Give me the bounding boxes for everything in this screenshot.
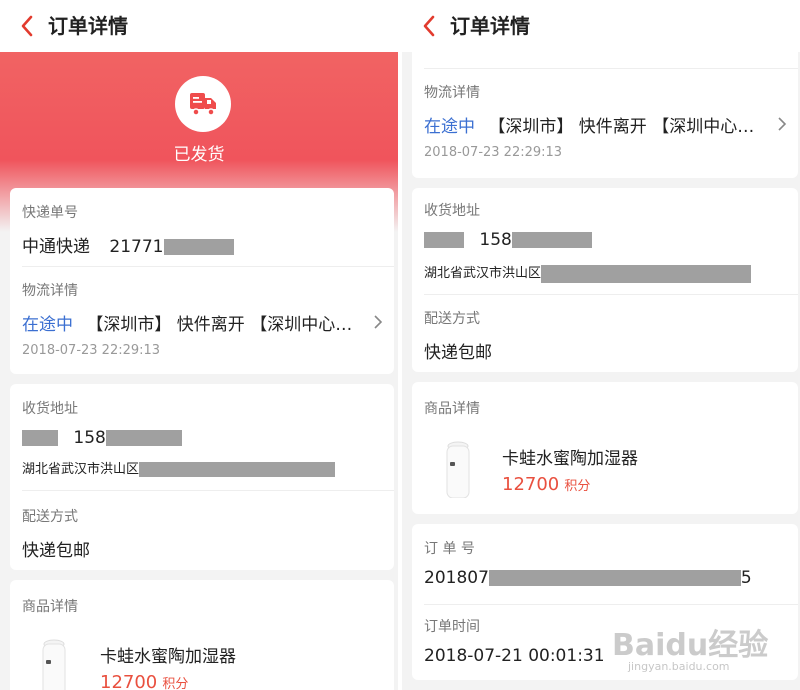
product-name: 卡蛙水蜜陶加湿器	[100, 647, 236, 667]
logistics-time: 2018-07-23 22:29:13	[424, 145, 563, 160]
tracking-value: 中通快递 21771	[22, 232, 382, 257]
product-image	[42, 639, 66, 690]
divider	[424, 294, 798, 295]
product-points: 12700	[502, 474, 560, 495]
redaction-bar	[163, 239, 234, 255]
logistics-label: 物流详情	[22, 283, 78, 299]
product-price: 12700 积分	[100, 672, 382, 690]
shipment-status: 已发货	[173, 145, 225, 165]
divider	[424, 68, 798, 69]
top-bar: 订单详情	[0, 0, 398, 52]
redaction-bar	[511, 232, 592, 248]
redaction-bar	[424, 232, 464, 248]
back-chevron-icon[interactable]	[416, 12, 444, 40]
back-chevron-icon[interactable]	[14, 12, 42, 40]
page-title: 订单详情	[48, 14, 128, 38]
redaction-bar	[139, 462, 336, 477]
logistics-summary[interactable]: 在途中 【深圳市】 快件离开 【深圳中心…	[424, 112, 764, 137]
address-card: 收货地址 158 湖北省武汉市洪山区 配送方式 快递包邮	[412, 188, 798, 372]
address-label: 收货地址	[22, 401, 78, 417]
redaction-bar	[488, 570, 741, 586]
carrier-name: 中通快递	[22, 237, 90, 257]
address-label: 收货地址	[424, 203, 480, 219]
points-unit: 积分	[162, 677, 189, 690]
product-section-label: 商品详情	[424, 401, 480, 417]
logistics-text: 【深圳市】 快件离开 【深圳中心…	[488, 117, 755, 137]
order-number: 201807 5	[424, 568, 786, 588]
recipient-line: 158	[22, 428, 382, 448]
chevron-right-icon[interactable]	[372, 315, 384, 329]
logistics-summary[interactable]: 在途中 【深圳市】 快件离开 【深圳中心…	[22, 310, 360, 335]
redaction-bar	[105, 430, 182, 446]
tracking-label: 快递单号	[22, 205, 78, 221]
tracking-number: 21771	[109, 237, 164, 257]
points-unit: 积分	[564, 479, 591, 494]
shipment-card: 快递单号 中通快递 21771 物流详情 在途中 【深圳市】 快件离开 【深圳中…	[10, 188, 394, 374]
product-points: 12700	[100, 672, 158, 690]
phone-prefix: 158	[73, 428, 106, 448]
divider	[22, 266, 394, 267]
watermark-url: jingyan.baidu.com	[628, 660, 730, 673]
product-section-label: 商品详情	[22, 599, 78, 615]
order-number-prefix: 201807	[424, 568, 489, 588]
address-region: 湖北省武汉市洪山区	[424, 266, 542, 281]
recipient-line: 158	[424, 230, 786, 250]
address-region: 湖北省武汉市洪山区	[22, 462, 140, 477]
truck-icon	[175, 76, 231, 132]
product-name: 卡蛙水蜜陶加湿器	[502, 449, 638, 469]
order-number-label: 订 单 号	[424, 541, 475, 557]
address-line: 湖北省武汉市洪山区	[22, 458, 382, 477]
logistics-time: 2018-07-23 22:29:13	[22, 343, 161, 358]
logistics-label: 物流详情	[424, 85, 480, 101]
delivery-label: 配送方式	[22, 509, 78, 525]
redaction-bar	[22, 430, 58, 446]
logistics-text: 【深圳市】 快件离开 【深圳中心…	[86, 315, 353, 335]
order-number-suffix: 5	[740, 568, 752, 588]
logistics-state: 在途中	[424, 117, 475, 137]
delivery-label: 配送方式	[424, 311, 480, 327]
delivery-method: 快递包邮	[424, 343, 492, 363]
right-screen: 物流详情 在途中 【深圳市】 快件离开 【深圳中心… 2018-07-23 22…	[402, 0, 800, 690]
product-price: 12700 积分	[502, 474, 786, 495]
watermark-text: Baidu经验	[612, 628, 769, 663]
redaction-bar	[541, 264, 752, 283]
product-card: 商品详情 卡蛙水蜜陶加湿器 12700 积分	[412, 382, 798, 514]
page-title: 订单详情	[450, 14, 530, 38]
left-screen: 订单详情 已发货 快递单号 中通快递 21771 物流详情 在途中 【深圳市】 …	[0, 0, 398, 690]
product-card: 商品详情 卡蛙水蜜陶加湿器 12700 积分	[10, 580, 394, 690]
logistics-state: 在途中	[22, 315, 73, 335]
divider	[22, 490, 394, 491]
watermark-logo: Baidu经验 jingyan.baidu.com	[612, 598, 782, 678]
chevron-right-icon[interactable]	[776, 117, 788, 131]
address-card: 收货地址 158 湖北省武汉市洪山区 配送方式 快递包邮	[10, 384, 394, 570]
address-line: 湖北省武汉市洪山区	[424, 262, 786, 283]
top-bar: 订单详情	[402, 0, 800, 52]
delivery-method: 快递包邮	[22, 541, 90, 561]
phone-prefix: 158	[479, 230, 512, 250]
product-image	[446, 441, 470, 498]
